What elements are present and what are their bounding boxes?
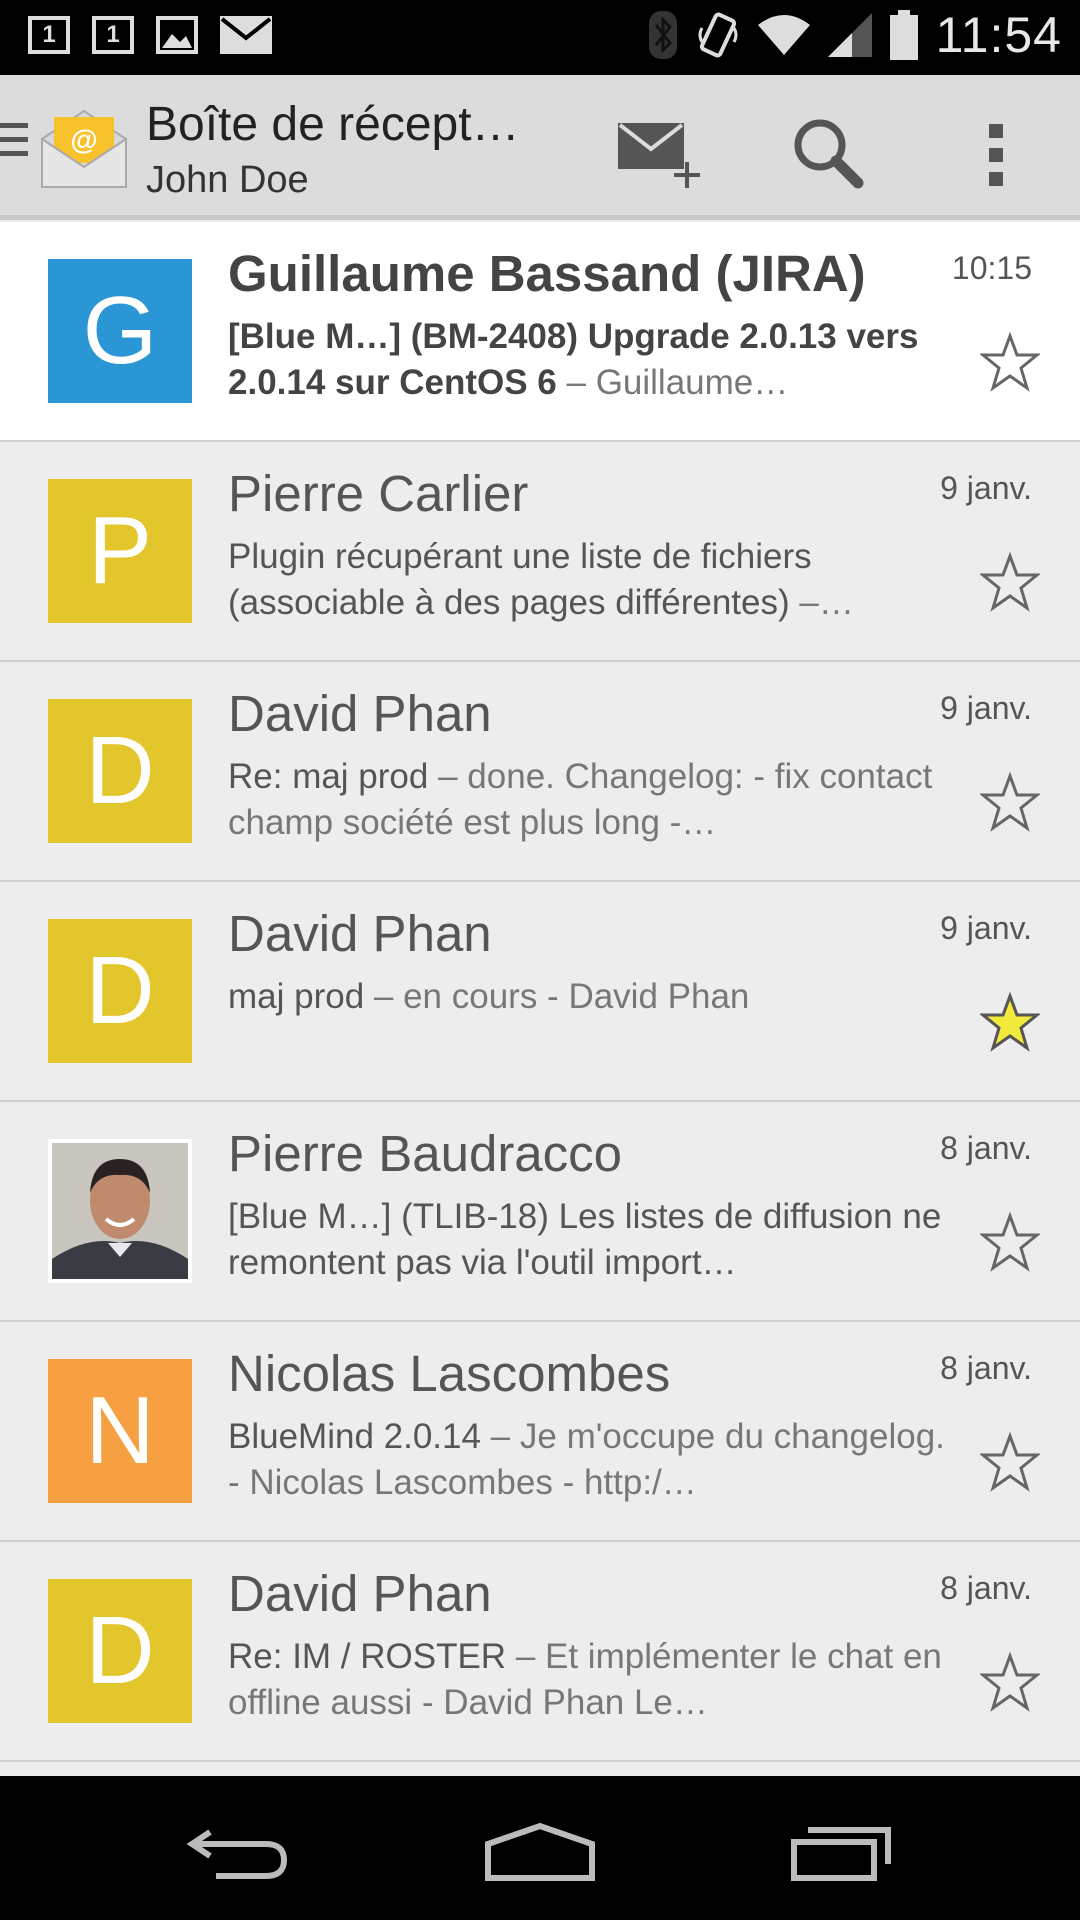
message-date: 9 janv. bbox=[940, 690, 1032, 726]
star-icon[interactable] bbox=[980, 552, 1040, 612]
sender-avatar[interactable]: D bbox=[48, 699, 192, 843]
status-bar: 1 1 11:54 bbox=[0, 0, 1080, 75]
message-subject: maj prod bbox=[228, 977, 365, 1016]
email-app-icon[interactable]: @ bbox=[38, 105, 130, 191]
sender-photo[interactable] bbox=[48, 1139, 192, 1283]
message-snippet: Plugin récupérant une liste de fichiers … bbox=[228, 534, 963, 626]
message-snippet: maj prod – en cours - David Phan bbox=[228, 974, 963, 1020]
sender-name: Pierre Baudracco bbox=[228, 1125, 623, 1182]
message-row[interactable]: G Guillaume Bassand (JIRA) 10:15 [Blue M… bbox=[0, 222, 1080, 442]
separator: – bbox=[480, 1417, 520, 1456]
sender-name: David Phan bbox=[228, 905, 492, 962]
message-date: 8 janv. bbox=[940, 1570, 1032, 1606]
compose-icon bbox=[618, 123, 700, 188]
bluetooth-icon bbox=[648, 11, 677, 59]
clock: 11:54 bbox=[935, 7, 1062, 63]
home-button[interactable] bbox=[480, 1812, 600, 1892]
back-icon bbox=[186, 1829, 288, 1879]
message-subject: Re: maj prod bbox=[228, 757, 429, 796]
separator: – bbox=[506, 1637, 546, 1676]
sender-avatar[interactable]: D bbox=[48, 1579, 192, 1723]
back-button[interactable] bbox=[178, 1812, 298, 1892]
calendar-icon: 1 bbox=[28, 16, 70, 54]
home-icon bbox=[485, 1822, 595, 1881]
message-snippet: BlueMind 2.0.14 – Je m'occupe du changel… bbox=[228, 1414, 963, 1506]
wifi-icon bbox=[757, 15, 810, 55]
sender-name: David Phan bbox=[228, 1565, 492, 1622]
message-subject: Plugin récupérant une liste de fichiers … bbox=[228, 537, 812, 622]
image-icon bbox=[156, 16, 198, 54]
recents-icon bbox=[791, 1827, 891, 1881]
calendar-icon: 1 bbox=[92, 16, 134, 54]
message-row[interactable]: D David Phan 9 janv. maj prod – en cours… bbox=[0, 882, 1080, 1102]
sender-name: Nicolas Lascombes bbox=[228, 1345, 671, 1402]
message-row[interactable]: D David Phan 8 janv. Re: IM / ROSTER – E… bbox=[0, 1542, 1080, 1762]
sender-avatar[interactable]: D bbox=[48, 919, 192, 1063]
search-button[interactable] bbox=[778, 105, 878, 205]
compose-button[interactable] bbox=[608, 105, 708, 205]
star-icon[interactable] bbox=[980, 332, 1040, 392]
message-snippet: [Blue M…] (BM-2408) Upgrade 2.0.13 vers … bbox=[228, 314, 963, 406]
action-bar: @ Boîte de récept… John Doe bbox=[0, 75, 1080, 220]
message-row[interactable]: D David Phan 9 janv. Re: maj prod – done… bbox=[0, 662, 1080, 882]
message-subject: [Blue M…] (TLIB-18) Les listes de diffus… bbox=[228, 1197, 942, 1282]
star-filled-icon[interactable] bbox=[980, 992, 1040, 1052]
sender-name: Guillaume Bassand (JIRA) bbox=[228, 245, 866, 302]
message-list: G Guillaume Bassand (JIRA) 10:15 [Blue M… bbox=[0, 222, 1080, 1762]
message-snippet: Re: IM / ROSTER – Et implémenter le chat… bbox=[228, 1634, 963, 1726]
message-date: 9 janv. bbox=[940, 910, 1032, 946]
message-preview: … bbox=[818, 583, 854, 622]
message-snippet: [Blue M…] (TLIB-18) Les listes de diffus… bbox=[228, 1194, 963, 1286]
message-row[interactable]: Pierre Baudracco 8 janv. [Blue M…] (TLIB… bbox=[0, 1102, 1080, 1322]
search-icon bbox=[794, 119, 864, 189]
message-date: 8 janv. bbox=[940, 1350, 1032, 1386]
separator: – bbox=[364, 977, 404, 1016]
folder-title[interactable]: Boîte de récept… bbox=[146, 97, 520, 152]
message-snippet: Re: maj prod – done. Changelog: - fix co… bbox=[228, 754, 963, 846]
separator: – bbox=[556, 363, 596, 402]
account-name[interactable]: John Doe bbox=[146, 159, 309, 202]
message-preview: en cours - David Phan bbox=[403, 977, 750, 1016]
overflow-menu-icon bbox=[989, 124, 1003, 186]
star-icon[interactable] bbox=[980, 1652, 1040, 1712]
sender-avatar[interactable]: P bbox=[48, 479, 192, 623]
sender-avatar[interactable]: N bbox=[48, 1359, 192, 1503]
message-row[interactable]: N Nicolas Lascombes 8 janv. BlueMind 2.0… bbox=[0, 1322, 1080, 1542]
message-row[interactable]: P Pierre Carlier 9 janv. Plugin récupéra… bbox=[0, 442, 1080, 662]
sender-name: David Phan bbox=[228, 685, 492, 742]
sender-name: Pierre Carlier bbox=[228, 465, 529, 522]
signal-icon bbox=[827, 13, 872, 57]
sender-avatar[interactable]: G bbox=[48, 259, 192, 403]
navigation-bar bbox=[0, 1776, 1080, 1920]
overflow-menu-button[interactable] bbox=[946, 105, 1046, 205]
drawer-indicator-icon[interactable] bbox=[0, 123, 28, 165]
battery-icon bbox=[889, 10, 918, 60]
star-icon[interactable] bbox=[980, 1432, 1040, 1492]
star-icon[interactable] bbox=[980, 1212, 1040, 1272]
separator: – bbox=[428, 757, 468, 796]
recents-button[interactable] bbox=[782, 1812, 902, 1892]
message-subject: Re: IM / ROSTER bbox=[228, 1637, 507, 1676]
message-subject: BlueMind 2.0.14 bbox=[228, 1417, 481, 1456]
svg-text:@: @ bbox=[70, 124, 97, 155]
mail-icon bbox=[220, 16, 272, 54]
message-date: 10:15 bbox=[951, 250, 1032, 286]
message-preview: Guillaume… bbox=[595, 363, 789, 402]
star-icon[interactable] bbox=[980, 772, 1040, 832]
message-date: 8 janv. bbox=[940, 1130, 1032, 1166]
vibrate-icon bbox=[698, 12, 738, 58]
separator: – bbox=[789, 583, 819, 622]
message-date: 9 janv. bbox=[940, 470, 1032, 506]
